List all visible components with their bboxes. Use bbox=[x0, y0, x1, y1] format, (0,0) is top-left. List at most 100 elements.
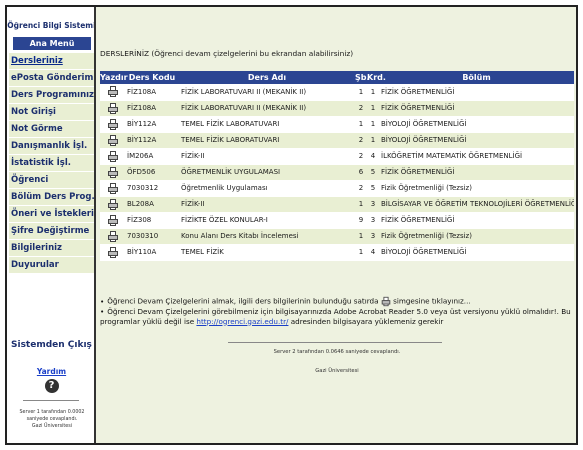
table-header-row: Yazdır Ders Kodu Ders Adı Şb. Krd. Bölüm bbox=[100, 71, 574, 84]
table-row: FİZ108A FİZİK LABORATUVARI II (MEKANİK II… bbox=[100, 100, 574, 117]
cell-department: BİYOLOJİ ÖĞRETMENLİĞİ bbox=[379, 116, 574, 133]
sidebar-item[interactable]: Bölüm Ders Prog. bbox=[9, 189, 94, 206]
cell-department: BİYOLOJİ ÖĞRETMENLİĞİ bbox=[379, 244, 574, 261]
note-2-text-after: adresinden bilgisayara yüklemeniz gereki… bbox=[290, 316, 444, 326]
cell-code: İM206A bbox=[125, 148, 179, 165]
note-1: • Öğrenci Devam Çizelgelerini almak, ilgi… bbox=[100, 296, 471, 307]
cell-name: ÖĞRETMENLİK UYGULAMASI bbox=[179, 164, 355, 181]
cell-section: 2 bbox=[355, 180, 367, 197]
cell-section: 1 bbox=[355, 196, 367, 213]
sidebar-item[interactable]: Öneri ve İstekleriniz bbox=[9, 206, 94, 223]
column-header-name: Ders Adı bbox=[179, 71, 355, 84]
cell-credit: 1 bbox=[367, 84, 379, 101]
printer-icon[interactable] bbox=[107, 182, 118, 194]
sidebar-footer: Server 1 tarafından 0.0002 saniyede ceva… bbox=[9, 409, 94, 430]
sidebar-item[interactable]: Şifre Değiştirme bbox=[9, 223, 94, 240]
cell-name: FİZİKTE ÖZEL KONULAR-I bbox=[179, 212, 355, 229]
cell-code: BİY112A bbox=[125, 116, 179, 133]
sidebar-item[interactable]: Duyurular bbox=[9, 257, 94, 274]
sidebar: Öğrenci Bilgi Sistemi Ana Menü Derslerin… bbox=[7, 7, 96, 443]
printer-icon[interactable] bbox=[107, 118, 118, 130]
printer-icon[interactable] bbox=[107, 166, 118, 178]
column-header-section: Şb. bbox=[355, 71, 370, 84]
table-row: İM206A FİZİK-II 2 4 İLKÖĞRETİM MATEMATİK ÖĞR… bbox=[100, 148, 574, 165]
cell-section: 2 bbox=[355, 100, 367, 117]
cell-print bbox=[100, 212, 125, 229]
cell-code: BİY112A bbox=[125, 132, 179, 149]
cell-credit: 1 bbox=[367, 100, 379, 117]
cell-department: BİLGİSAYAR VE ÖĞRETİM TEKNOLOJİLERİ ÖĞRE… bbox=[379, 196, 574, 213]
printer-icon[interactable] bbox=[107, 246, 118, 258]
cell-section: 1 bbox=[355, 244, 367, 261]
column-header-department: Bölüm bbox=[379, 71, 574, 84]
note-1-text-after: simgesine tıklayınız... bbox=[393, 296, 471, 306]
cell-department: Fizik Öğretmenliği (Tezsiz) bbox=[379, 180, 574, 197]
sidebar-menu: Dersleriniz ePosta Gönderimi Ders Programı… bbox=[9, 53, 94, 274]
main-divider bbox=[228, 342, 442, 343]
table-row: FİZ308 FİZİKTE ÖZEL KONULAR-I 9 3 FİZİK ÖĞRE… bbox=[100, 212, 574, 229]
cell-department: FİZİK ÖĞRETMENLİĞİ bbox=[379, 100, 574, 117]
sidebar-footer-text: Server 1 tarafından 0.0002 saniyede ceva… bbox=[19, 410, 85, 422]
printer-icon[interactable] bbox=[107, 230, 118, 242]
cell-section: 2 bbox=[355, 132, 367, 149]
help-section: Yardım ? bbox=[7, 367, 94, 393]
sidebar-item[interactable]: İstatistik İşl. bbox=[9, 155, 94, 172]
cell-department: İLKÖĞRETİM MATEMATİK ÖĞRETMENLİĞİ bbox=[379, 148, 574, 165]
table-row: FİZ108A FİZİK LABORATUVARI II (MEKANİK II… bbox=[100, 84, 574, 101]
table-row: BİY112A TEMEL FİZİK LABORATUVARI 1 1 BİYOLOJ… bbox=[100, 116, 574, 133]
cell-section: 1 bbox=[355, 84, 367, 101]
cell-credit: 3 bbox=[367, 228, 379, 245]
system-title: Öğrenci Bilgi Sistemi bbox=[7, 21, 96, 30]
table-row: BİY110A TEMEL FİZİK 1 4 BİYOLOJİ ÖĞRETMENLİĞ… bbox=[100, 244, 574, 261]
cell-code: 7030310 bbox=[125, 228, 179, 245]
cell-code: ÖFD506 bbox=[125, 164, 179, 181]
cell-code: BL208A bbox=[125, 196, 179, 213]
sidebar-item[interactable]: Ders Programınız bbox=[9, 87, 94, 104]
table-row: ÖFD506 ÖĞRETMENLİK UYGULAMASI 6 5 FİZİK ÖĞRE… bbox=[100, 164, 574, 181]
sidebar-item[interactable]: Not Girişi bbox=[9, 104, 94, 121]
sidebar-item[interactable]: Dersleriniz bbox=[9, 53, 94, 70]
cell-section: 1 bbox=[355, 228, 367, 245]
printer-icon[interactable] bbox=[107, 86, 118, 98]
cell-print bbox=[100, 148, 125, 165]
printer-icon[interactable] bbox=[107, 214, 118, 226]
cell-credit: 5 bbox=[367, 164, 379, 181]
main-content: DERSLERİNİZ (Öğrenci devam çizelgelerini… bbox=[98, 7, 576, 443]
column-header-code: Ders Kodu bbox=[125, 71, 179, 84]
printer-icon[interactable] bbox=[107, 150, 118, 162]
cell-department: Fizik Öğretmenliği (Tezsiz) bbox=[379, 228, 574, 245]
cell-name: FİZİK-II bbox=[179, 148, 355, 165]
cell-print bbox=[100, 84, 125, 101]
cell-name: Öğretmenlik Uygulaması bbox=[179, 180, 355, 197]
sidebar-item[interactable]: Not Görme bbox=[9, 121, 94, 138]
courses-table: Yazdır Ders Kodu Ders Adı Şb. Krd. Bölüm… bbox=[100, 71, 574, 261]
main-footer-text: Server 2 tarafından 0.0646 saniyede ceva… bbox=[273, 349, 401, 355]
app-frame: Öğrenci Bilgi Sistemi Ana Menü Derslerin… bbox=[5, 5, 578, 445]
printer-icon[interactable] bbox=[107, 102, 118, 114]
cell-print bbox=[100, 100, 125, 117]
printer-icon[interactable] bbox=[107, 198, 118, 210]
page-title: DERSLERİNİZ (Öğrenci devam çizelgelerini… bbox=[100, 49, 354, 58]
cell-code: 7030312 bbox=[125, 180, 179, 197]
cell-name: FİZİK LABORATUVARI II (MEKANİK II) bbox=[179, 84, 355, 101]
note-1-text: Öğrenci Devam Çizelgelerini almak, ilgil… bbox=[107, 296, 379, 306]
sidebar-item[interactable]: ePosta Gönderimi bbox=[9, 70, 94, 87]
cell-name: TEMEL FİZİK bbox=[179, 244, 355, 261]
cell-credit: 5 bbox=[367, 180, 379, 197]
download-link[interactable]: http://ogrenci.gazi.edu.tr/ bbox=[196, 317, 288, 326]
table-row: 7030312 Öğretmenlik Uygulaması 2 5 Fizik Öğr… bbox=[100, 180, 574, 197]
cell-name: FİZİK LABORATUVARI II (MEKANİK II) bbox=[179, 100, 355, 117]
cell-print bbox=[100, 132, 125, 149]
help-link[interactable]: Yardım bbox=[37, 367, 66, 376]
printer-icon[interactable] bbox=[107, 134, 118, 146]
cell-print bbox=[100, 164, 125, 181]
cell-print bbox=[100, 244, 125, 261]
sidebar-item[interactable]: Öğrenci bbox=[9, 172, 94, 189]
help-icon[interactable]: ? bbox=[44, 379, 59, 393]
sidebar-item[interactable]: Bilgileriniz bbox=[9, 240, 94, 257]
cell-print bbox=[100, 180, 125, 197]
logout-link[interactable]: Sistemden Çıkış bbox=[11, 340, 92, 350]
cell-credit: 1 bbox=[367, 132, 379, 149]
sidebar-item[interactable]: Danışmanlık İşl. bbox=[9, 138, 94, 155]
column-header-credit: Krd. bbox=[367, 71, 386, 84]
